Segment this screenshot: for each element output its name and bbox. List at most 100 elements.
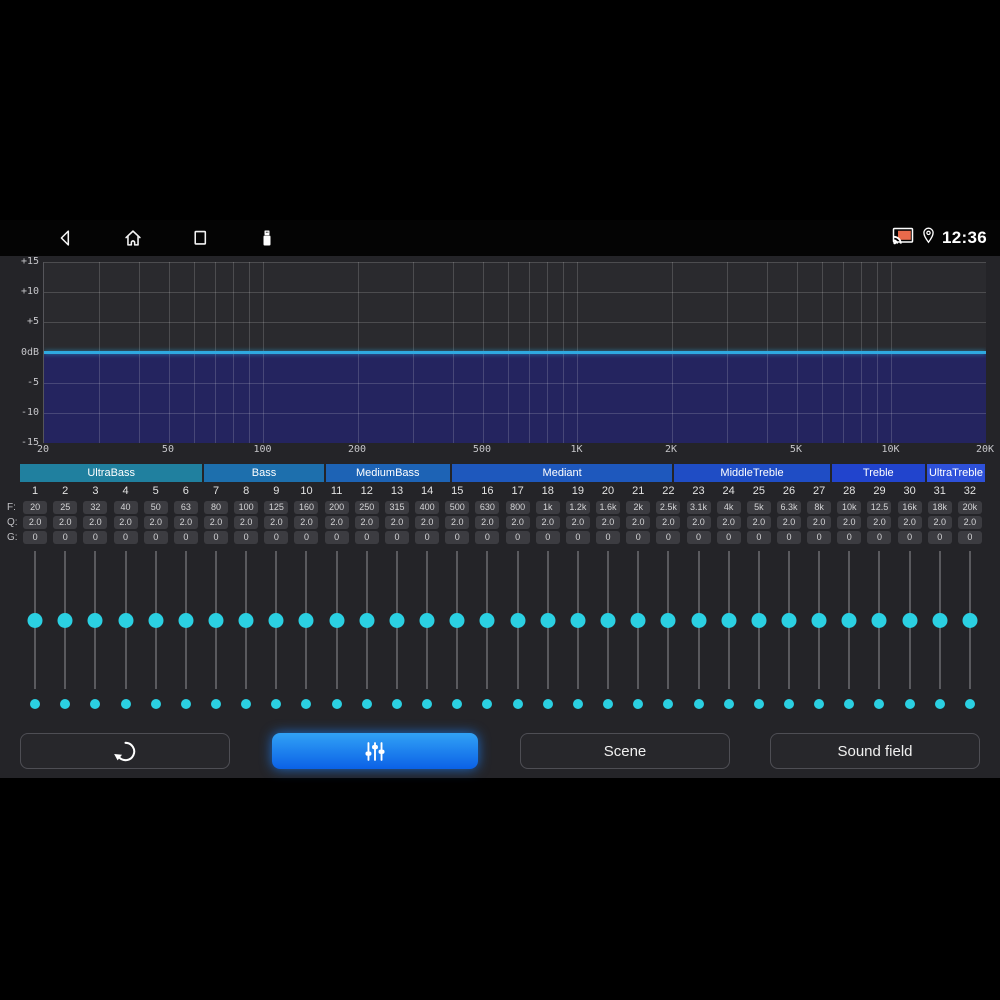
gain-slider[interactable] <box>322 551 352 689</box>
gain-slider[interactable] <box>201 551 231 689</box>
channel-dot[interactable] <box>572 699 583 709</box>
channel-dot[interactable] <box>211 699 222 709</box>
channel-dot[interactable] <box>180 699 191 709</box>
freq-value-box[interactable]: 40 <box>113 501 138 514</box>
gain-slider[interactable] <box>382 551 412 689</box>
gain-value-box[interactable]: 0 <box>807 531 832 544</box>
slider-thumb[interactable] <box>298 612 314 628</box>
q-value-box[interactable]: 2.0 <box>23 516 48 529</box>
slider-thumb[interactable] <box>329 612 345 628</box>
slider-thumb[interactable] <box>962 612 978 628</box>
gain-value-box[interactable]: 0 <box>837 531 862 544</box>
gain-value-box[interactable]: 0 <box>716 531 741 544</box>
q-value-box[interactable]: 2.0 <box>324 516 349 529</box>
gain-value-box[interactable]: 0 <box>415 531 440 544</box>
freq-value-box[interactable]: 160 <box>294 501 319 514</box>
gain-value-box[interactable]: 0 <box>957 531 982 544</box>
slider-thumb[interactable] <box>570 612 586 628</box>
freq-value-box[interactable]: 50 <box>143 501 168 514</box>
freq-value-box[interactable]: 12.5 <box>867 501 892 514</box>
channel-dot[interactable] <box>512 699 523 709</box>
channel-dot[interactable] <box>30 699 41 709</box>
gain-value-box[interactable]: 0 <box>596 531 621 544</box>
gain-value-box[interactable]: 0 <box>23 531 48 544</box>
channel-dot[interactable] <box>301 699 312 709</box>
freq-value-box[interactable]: 400 <box>415 501 440 514</box>
slider-thumb[interactable] <box>600 612 616 628</box>
channel-dot[interactable] <box>452 699 463 709</box>
freq-value-box[interactable]: 5k <box>746 501 771 514</box>
channel-dot[interactable] <box>904 699 915 709</box>
channel-dot[interactable] <box>964 699 975 709</box>
channel-dot[interactable] <box>391 699 402 709</box>
freq-value-box[interactable]: 20k <box>957 501 982 514</box>
q-value-box[interactable]: 2.0 <box>143 516 168 529</box>
gain-value-box[interactable]: 0 <box>83 531 108 544</box>
channel-dot[interactable] <box>542 699 553 709</box>
gain-slider[interactable] <box>774 551 804 689</box>
q-value-box[interactable]: 2.0 <box>957 516 982 529</box>
gain-slider[interactable] <box>80 551 110 689</box>
gain-slider[interactable] <box>925 551 955 689</box>
q-value-box[interactable]: 2.0 <box>596 516 621 529</box>
freq-value-box[interactable]: 125 <box>264 501 289 514</box>
channel-dot[interactable] <box>482 699 493 709</box>
freq-value-box[interactable]: 18k <box>927 501 952 514</box>
gain-slider[interactable] <box>50 551 80 689</box>
freq-value-box[interactable]: 16k <box>897 501 922 514</box>
gain-value-box[interactable]: 0 <box>53 531 78 544</box>
gain-slider[interactable] <box>714 551 744 689</box>
back-icon[interactable] <box>55 227 77 249</box>
gain-value-box[interactable]: 0 <box>776 531 801 544</box>
slider-thumb[interactable] <box>419 612 435 628</box>
slider-thumb[interactable] <box>359 612 375 628</box>
gain-slider[interactable] <box>472 551 502 689</box>
channel-dot[interactable] <box>361 699 372 709</box>
gain-slider[interactable] <box>352 551 382 689</box>
slider-thumb[interactable] <box>238 612 254 628</box>
gain-value-box[interactable]: 0 <box>867 531 892 544</box>
freq-value-box[interactable]: 1.2k <box>565 501 590 514</box>
slider-thumb[interactable] <box>932 612 948 628</box>
channel-dot[interactable] <box>120 699 131 709</box>
gain-value-box[interactable]: 0 <box>384 531 409 544</box>
freq-value-box[interactable]: 800 <box>505 501 530 514</box>
gain-value-box[interactable]: 0 <box>565 531 590 544</box>
gain-value-box[interactable]: 0 <box>656 531 681 544</box>
gain-slider[interactable] <box>291 551 321 689</box>
slider-thumb[interactable] <box>148 612 164 628</box>
channel-dot[interactable] <box>753 699 764 709</box>
slider-thumb[interactable] <box>902 612 918 628</box>
channel-dot[interactable] <box>90 699 101 709</box>
gain-value-box[interactable]: 0 <box>204 531 229 544</box>
channel-dot[interactable] <box>723 699 734 709</box>
freq-value-box[interactable]: 500 <box>445 501 470 514</box>
gain-slider[interactable] <box>593 551 623 689</box>
q-value-box[interactable]: 2.0 <box>234 516 259 529</box>
gain-value-box[interactable]: 0 <box>535 531 560 544</box>
equalizer-button[interactable] <box>272 733 478 769</box>
gain-value-box[interactable]: 0 <box>173 531 198 544</box>
q-value-box[interactable]: 2.0 <box>354 516 379 529</box>
q-value-box[interactable]: 2.0 <box>384 516 409 529</box>
gain-value-box[interactable]: 0 <box>746 531 771 544</box>
channel-dot[interactable] <box>783 699 794 709</box>
gain-slider[interactable] <box>834 551 864 689</box>
q-value-box[interactable]: 2.0 <box>113 516 138 529</box>
gain-slider[interactable] <box>623 551 653 689</box>
slider-thumb[interactable] <box>871 612 887 628</box>
freq-value-box[interactable]: 63 <box>173 501 198 514</box>
slider-thumb[interactable] <box>389 612 405 628</box>
gain-value-box[interactable]: 0 <box>264 531 289 544</box>
gain-slider[interactable] <box>864 551 894 689</box>
gain-value-box[interactable]: 0 <box>113 531 138 544</box>
freq-value-box[interactable]: 250 <box>354 501 379 514</box>
q-value-box[interactable]: 2.0 <box>867 516 892 529</box>
freq-value-box[interactable]: 20 <box>23 501 48 514</box>
freq-value-box[interactable]: 1.6k <box>596 501 621 514</box>
gain-slider[interactable] <box>653 551 683 689</box>
gain-slider[interactable] <box>503 551 533 689</box>
slider-thumb[interactable] <box>721 612 737 628</box>
gain-value-box[interactable]: 0 <box>505 531 530 544</box>
freq-value-box[interactable]: 6.3k <box>776 501 801 514</box>
